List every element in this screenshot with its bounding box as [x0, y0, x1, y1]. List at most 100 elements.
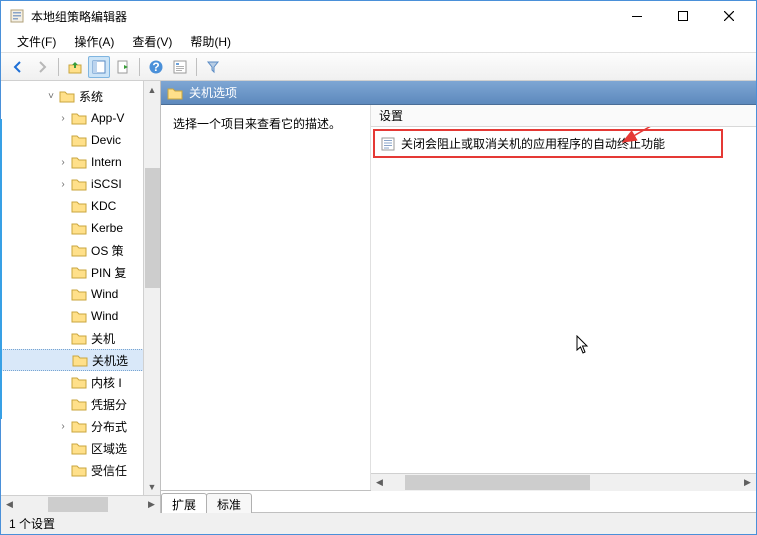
toolbar: ? — [1, 53, 756, 81]
content-header-title: 关机选项 — [189, 84, 237, 101]
tree-node[interactable]: Wind — [1, 283, 160, 305]
show-hide-tree-button[interactable] — [88, 56, 110, 78]
folder-icon — [59, 89, 75, 103]
policy-item-label: 关闭会阻止或取消关机的应用程序的自动终止功能 — [401, 135, 665, 152]
content-header: 关机选项 — [161, 81, 756, 105]
tree-node[interactable]: 受信任 — [1, 459, 160, 481]
tree-node[interactable]: PIN 复 — [1, 261, 160, 283]
tree-pane: ˅ 系统 › App-V Devic › Intern › iSCSI KDC Kerbe OS … — [1, 81, 161, 512]
tree-label: Wind — [91, 309, 118, 323]
folder-icon — [71, 199, 87, 213]
forward-button[interactable] — [31, 56, 53, 78]
maximize-button[interactable] — [660, 1, 706, 31]
tree-node-system[interactable]: ˅ 系统 — [1, 85, 160, 107]
policy-item-highlight[interactable]: 关闭会阻止或取消关机的应用程序的自动终止功能 — [373, 129, 723, 158]
tree-node[interactable]: › Intern — [1, 151, 160, 173]
tree-label: Kerbe — [91, 221, 123, 235]
chevron-right-icon[interactable]: › — [57, 113, 69, 124]
tree-node[interactable]: KDC — [1, 195, 160, 217]
description-text: 选择一个项目来查看它的描述。 — [173, 117, 341, 131]
tree-node[interactable]: Kerbe — [1, 217, 160, 239]
scroll-thumb[interactable] — [405, 475, 590, 490]
tab-extended[interactable]: 扩展 — [161, 493, 207, 513]
tree-label: Intern — [91, 155, 122, 169]
folder-icon — [71, 309, 87, 323]
scroll-right-button[interactable]: ▶ — [739, 474, 756, 491]
toolbar-separator — [58, 58, 59, 76]
menu-file[interactable]: 文件(F) — [9, 31, 64, 52]
tree-node[interactable]: › App-V — [1, 107, 160, 129]
list-column: 设置 关闭会阻止或取消关机的应用程序的自动终止功能 — [371, 105, 756, 490]
tree-node[interactable]: 区域选 — [1, 437, 160, 459]
folder-icon — [71, 155, 87, 169]
help-button[interactable]: ? — [145, 56, 167, 78]
titlebar: 本地组策略编辑器 — [1, 1, 756, 31]
scroll-left-button[interactable]: ◀ — [1, 496, 18, 513]
tab-standard[interactable]: 标准 — [206, 493, 252, 513]
filter-button[interactable] — [202, 56, 224, 78]
scroll-left-button[interactable]: ◀ — [371, 474, 388, 491]
scroll-track[interactable] — [18, 496, 143, 513]
content-pane: 关机选项 选择一个项目来查看它的描述。 设置 关闭会阻止或取消关机的应用程序的自… — [161, 81, 756, 512]
menu-help[interactable]: 帮助(H) — [182, 31, 239, 52]
tree-node[interactable]: 关机 — [1, 327, 160, 349]
content-hscrollbar[interactable]: ◀ ▶ — [371, 473, 756, 490]
folder-icon — [71, 287, 87, 301]
properties-button[interactable] — [169, 56, 191, 78]
chevron-down-icon[interactable]: ˅ — [45, 91, 57, 102]
folder-icon — [71, 463, 87, 477]
tree-hscrollbar[interactable]: ◀ ▶ — [1, 495, 160, 512]
tree-scroll[interactable]: ˅ 系统 › App-V Devic › Intern › iSCSI KDC Kerbe OS … — [1, 81, 160, 495]
tree-label: App-V — [91, 111, 124, 125]
tree-label: 关机 — [91, 330, 115, 347]
tree-label: KDC — [91, 199, 116, 213]
tree-node[interactable]: OS 策 — [1, 239, 160, 261]
menubar: 文件(F) 操作(A) 查看(V) 帮助(H) — [1, 31, 756, 53]
scroll-track[interactable] — [144, 98, 160, 478]
chevron-right-icon[interactable]: › — [57, 421, 69, 432]
folder-icon — [71, 221, 87, 235]
body-area: ˅ 系统 › App-V Devic › Intern › iSCSI KDC Kerbe OS … — [1, 81, 756, 512]
tree-node[interactable]: Wind — [1, 305, 160, 327]
tree-label: 受信任 — [91, 462, 127, 479]
toolbar-separator — [196, 58, 197, 76]
column-setting-label: 设置 — [379, 107, 403, 124]
scroll-thumb[interactable] — [48, 497, 108, 512]
scroll-track[interactable] — [388, 474, 739, 491]
folder-icon — [71, 111, 87, 125]
statusbar: 1 个设置 — [1, 512, 756, 534]
list-body[interactable]: 关闭会阻止或取消关机的应用程序的自动终止功能 — [371, 127, 756, 473]
menu-action[interactable]: 操作(A) — [66, 31, 122, 52]
tree-vscrollbar[interactable]: ▲ ▼ — [143, 81, 160, 495]
folder-icon — [71, 133, 87, 147]
scroll-down-button[interactable]: ▼ — [144, 478, 160, 495]
toolbar-separator — [139, 58, 140, 76]
policy-icon — [381, 137, 395, 151]
tree-node[interactable]: 内核 I — [1, 371, 160, 393]
scroll-right-button[interactable]: ▶ — [143, 496, 160, 513]
app-icon — [9, 8, 25, 24]
tree-label: 关机选 — [92, 352, 128, 369]
tree-label: Devic — [91, 133, 121, 147]
chevron-right-icon[interactable]: › — [57, 179, 69, 190]
tree-node[interactable]: ›分布式 — [1, 415, 160, 437]
back-button[interactable] — [7, 56, 29, 78]
tree-label: PIN 复 — [91, 264, 126, 281]
chevron-right-icon[interactable]: › — [57, 157, 69, 168]
list-column-header[interactable]: 设置 — [371, 105, 756, 127]
minimize-button[interactable] — [614, 1, 660, 31]
statusbar-text: 1 个设置 — [9, 515, 55, 532]
tree-label: iSCSI — [91, 177, 122, 191]
tree-node[interactable]: › iSCSI — [1, 173, 160, 195]
scroll-up-button[interactable]: ▲ — [144, 81, 160, 98]
folder-icon — [71, 397, 87, 411]
content-body: 选择一个项目来查看它的描述。 设置 关闭会阻止或取消关机的应用程序的自动终止功能 — [161, 105, 756, 490]
tree-node[interactable]: 凭据分 — [1, 393, 160, 415]
close-button[interactable] — [706, 1, 752, 31]
scroll-thumb[interactable] — [145, 168, 160, 288]
export-list-button[interactable] — [112, 56, 134, 78]
up-folder-button[interactable] — [64, 56, 86, 78]
tree-node[interactable]: Devic — [1, 129, 160, 151]
tree-node[interactable]: 关机选 — [1, 349, 160, 371]
menu-view[interactable]: 查看(V) — [124, 31, 180, 52]
